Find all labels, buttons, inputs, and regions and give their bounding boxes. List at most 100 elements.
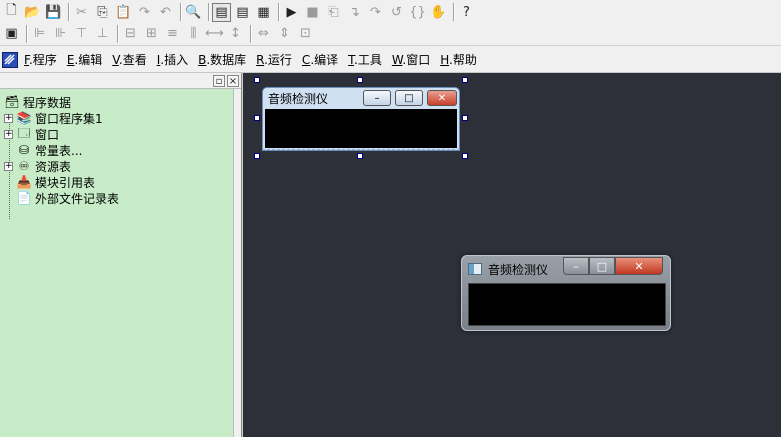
menu-item[interactable]: H.帮助 [440,51,477,68]
preview-body [468,283,666,326]
resize-handle-ne[interactable] [462,77,468,83]
watch-icon[interactable]: {} [408,3,427,22]
find-icon[interactable]: 🔍 [184,3,203,22]
project-tree: 🗃 程序数据 + 📚 窗口程序集1 + 🗔 窗口 ⛁ 常量表... + ♾ 资源表 📥 模块引用表 📄 外部文件… [0,89,241,219]
center-v-icon[interactable]: ⊞ [142,24,161,43]
resize-handle-e[interactable] [462,115,468,121]
center-h-icon[interactable]: ⊟ [121,24,140,43]
menu-label: .帮助 [449,53,477,67]
menu-accelerator: W [391,53,403,67]
menu-label: .程序 [28,53,57,67]
maximize-button[interactable]: □ [395,90,423,106]
menu-item[interactable]: E.编辑 [67,51,102,68]
layout-left-icon[interactable]: ▤ [212,2,231,22]
step-into-icon[interactable]: ↴ [345,3,364,22]
design-form-window[interactable]: 音频检测仪 – □ ✕ [262,87,460,151]
minimize-button[interactable]: – [363,90,391,106]
menu-item[interactable]: R.运行 [256,51,292,68]
same-width-icon[interactable]: ⟷ [205,24,224,43]
menu-label: .编辑 [74,53,103,67]
menu-label: .查看 [118,53,147,67]
menu-item[interactable]: I.插入 [157,51,188,68]
save-icon[interactable]: 💾 [44,3,63,22]
redo-icon[interactable]: ↷ [135,3,154,22]
toolbar-separator [68,3,69,21]
toolbar-separator [278,3,279,21]
hand-icon[interactable]: ✋ [429,3,448,22]
design-form-title: 音频检测仪 [268,92,329,106]
size-h-icon[interactable]: ⇕ [275,24,294,43]
undo-icon[interactable]: ↶ [156,3,175,22]
open-folder-icon[interactable]: 📂 [23,3,42,22]
size-both-icon[interactable]: ⊡ [296,24,315,43]
app-logo-icon [2,51,18,68]
new-file-icon[interactable]: 🗋 [2,3,21,22]
resize-handle-w[interactable] [254,115,260,121]
preview-window[interactable]: 音频检测仪 – □ ✕ [461,255,671,331]
preview-close-button[interactable]: ✕ [615,257,663,275]
tree-item[interactable]: + 📚 窗口程序集1 [4,110,241,126]
paste-icon[interactable]: 📋 [114,3,133,22]
menu-item[interactable]: B.数据库 [198,51,246,68]
same-height-icon[interactable]: ↕ [226,24,245,43]
toolbar-separator [117,24,118,43]
close-button[interactable]: ✕ [427,90,457,106]
stop-icon[interactable]: ■ [303,3,322,22]
resize-handle-se[interactable] [462,153,468,159]
menu-item[interactable]: W.窗口 [392,51,430,68]
size-w-icon[interactable]: ⇔ [254,24,273,43]
module-ref-icon: 📥 [16,175,32,189]
menu-item[interactable]: F.程序 [24,51,57,68]
panel-scrollbar[interactable] [233,89,241,437]
expand-icon[interactable]: + [4,129,13,139]
space-h-icon[interactable]: ≡ [163,24,182,43]
step-out-icon[interactable]: ↺ [387,3,406,22]
layout-grid-icon[interactable]: ▦ [254,3,273,22]
tree-item-label: 模块引用表 [35,175,96,190]
form-icon[interactable]: ▣ [2,24,21,43]
align-top-icon[interactable]: ⊤ [72,24,91,43]
resize-handle-sw[interactable] [254,153,260,159]
menu-accelerator: V [112,53,119,67]
space-v-icon[interactable]: ⫼ [184,24,203,43]
menu-item[interactable]: V.查看 [112,51,147,68]
align-left-icon[interactable]: ⊫ [30,24,49,43]
resize-handle-nw[interactable] [254,77,260,83]
tree-item[interactable]: 🗃 程序数据 [4,94,241,110]
toolbar-separator [208,3,209,21]
menu-label: .编译 [310,53,339,67]
step-over-icon[interactable]: ↷ [366,3,385,22]
menu-label: .插入 [160,53,189,67]
resize-handle-n[interactable] [357,77,363,83]
close-icon[interactable]: × [227,74,239,87]
tree-item[interactable]: + ♾ 资源表 [4,158,241,174]
tree-item[interactable]: 📄 外部文件记录表 [4,190,241,206]
toolbar-separator [250,24,251,43]
layout-top-icon[interactable]: ▤ [233,3,252,22]
preview-maximize-button[interactable]: □ [589,257,615,275]
preview-minimize-button[interactable]: – [563,257,589,275]
align-right-icon[interactable]: ⊪ [51,24,70,43]
design-form-body[interactable] [265,109,457,148]
expand-icon[interactable]: + [4,161,13,171]
tree-item-label: 外部文件记录表 [35,191,120,206]
step-icon[interactable]: ⎗ [324,3,343,22]
align-bottom-icon[interactable]: ⊥ [93,24,112,43]
expand-icon[interactable]: + [4,113,13,123]
help-icon[interactable]: ? [457,3,476,22]
tree-item[interactable]: + 🗔 窗口 [4,126,241,142]
menu-label: .工具 [354,53,382,67]
tree-item[interactable]: ⛁ 常量表... [4,142,241,158]
tree-item[interactable]: 📥 模块引用表 [4,174,241,190]
resize-handle-s[interactable] [357,153,363,159]
pin-icon[interactable]: ▫ [213,74,225,87]
menu-item[interactable]: T.工具 [348,51,382,68]
menu-accelerator: R [256,53,265,67]
run-icon[interactable]: ▶ [282,3,301,22]
menu-label: .运行 [264,53,292,67]
menu-item[interactable]: C.编译 [302,51,338,68]
copy-icon[interactable]: ⎘ [93,3,112,22]
preview-title: 音频检测仪 [488,262,549,277]
external-file-icon: 📄 [16,191,32,205]
cut-icon[interactable]: ✂ [72,3,91,22]
